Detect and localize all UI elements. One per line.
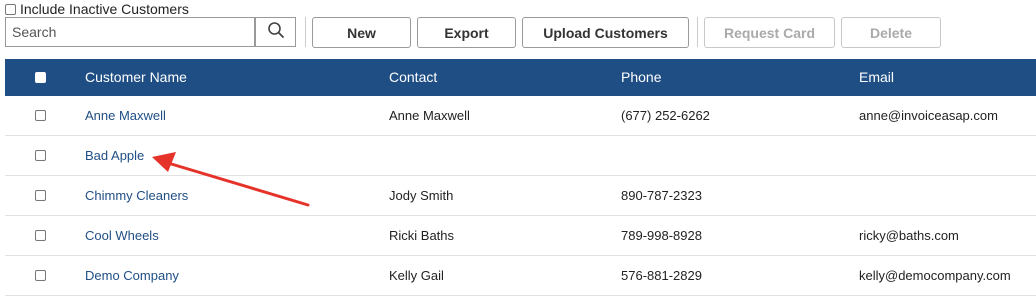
contact-cell: Jody Smith [389,188,454,203]
phone-cell: 576-881-2829 [621,268,702,283]
column-header-contact[interactable]: Contact [389,59,437,96]
column-header-phone[interactable]: Phone [621,59,661,96]
customer-name-link[interactable]: Chimmy Cleaners [85,176,188,215]
contact-cell: Ricki Baths [389,228,455,243]
column-header-email[interactable]: Email [859,59,894,96]
select-all-checkbox[interactable] [35,72,46,83]
phone-cell: 789-998-8928 [621,228,702,243]
export-button[interactable]: Export [417,17,516,48]
table-row: Anne Maxwell Anne Maxwell (677) 252-6262… [5,96,1036,136]
request-card-button[interactable]: Request Card [704,17,835,48]
new-button[interactable]: New [312,17,411,48]
table-row: Cool Wheels Ricki Baths 789-998-8928 ric… [5,216,1036,256]
toolbar-divider [305,17,306,47]
phone-cell: 890-787-2323 [621,188,702,203]
customer-name-link[interactable]: Demo Company [85,256,179,295]
table-row: Bad Apple [5,136,1036,176]
row-checkbox[interactable] [35,270,46,281]
column-header-customer-name[interactable]: Customer Name [85,59,187,96]
row-checkbox[interactable] [35,230,46,241]
toolbar-divider [697,17,698,47]
contact-cell: Kelly Gail [389,268,444,283]
table-header: Customer Name Contact Phone Email [5,59,1036,96]
customer-name-link[interactable]: Bad Apple [85,136,144,175]
search-button[interactable] [255,17,296,47]
include-inactive-row: Include Inactive Customers [5,1,189,17]
customer-name-link[interactable]: Anne Maxwell [85,96,166,135]
include-inactive-checkbox[interactable] [5,3,16,15]
include-inactive-label: Include Inactive Customers [20,1,189,17]
contact-cell: Anne Maxwell [389,108,470,123]
table-row: Demo Company Kelly Gail 576-881-2829 kel… [5,256,1036,296]
email-cell: ricky@baths.com [859,228,959,243]
row-checkbox[interactable] [35,190,46,201]
delete-button[interactable]: Delete [841,17,941,48]
email-cell: anne@invoiceasap.com [859,108,998,123]
row-checkbox[interactable] [35,110,46,121]
customer-name-link[interactable]: Cool Wheels [85,216,159,255]
search-input[interactable] [6,18,258,46]
search-icon [267,21,285,44]
search-field[interactable] [5,17,258,47]
email-cell: kelly@democompany.com [859,268,1011,283]
upload-customers-button[interactable]: Upload Customers [522,17,689,48]
table-row: Chimmy Cleaners Jody Smith 890-787-2323 [5,176,1036,216]
row-checkbox[interactable] [35,150,46,161]
phone-cell: (677) 252-6262 [621,108,710,123]
